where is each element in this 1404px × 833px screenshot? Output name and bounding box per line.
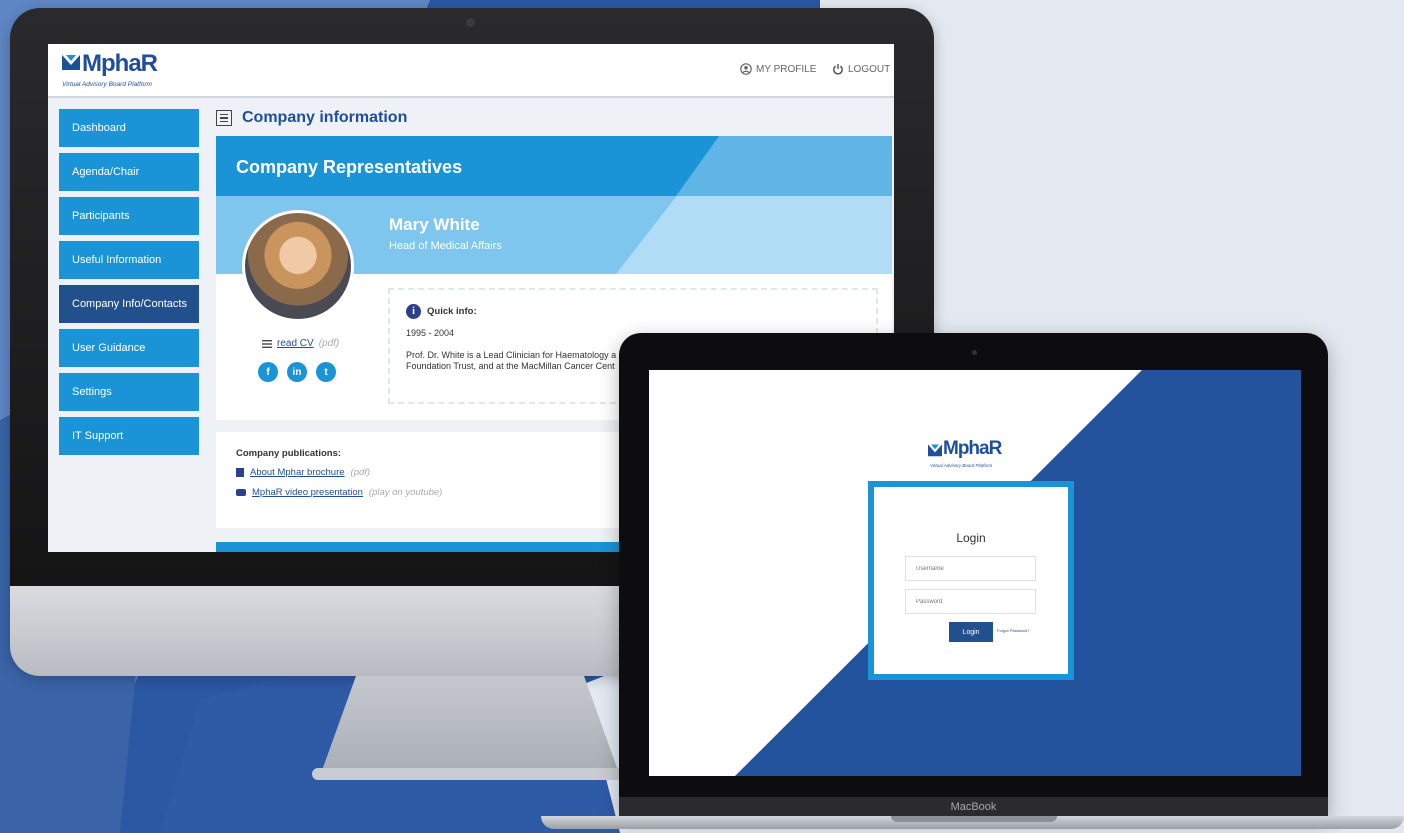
login-brand-tagline: Virtual Advisory Board Platform bbox=[930, 463, 993, 468]
list-icon bbox=[262, 339, 272, 348]
social-links: f in t bbox=[258, 362, 336, 382]
macbook-notch bbox=[891, 816, 1057, 822]
brand-tagline: Virtual Advisory Board Platform bbox=[62, 81, 152, 88]
macbook-label: MacBook bbox=[619, 797, 1328, 817]
quick-info-text: Prof. Dr. White is a Lead Clinician for … bbox=[406, 350, 617, 371]
power-icon bbox=[833, 64, 843, 75]
username-input[interactable] bbox=[905, 556, 1036, 581]
read-cv-link[interactable]: read CV bbox=[277, 338, 314, 349]
login-form: Login Login Forgot Password? bbox=[868, 481, 1074, 680]
sidebar-item-settings[interactable]: Settings bbox=[59, 373, 199, 411]
imac-camera bbox=[466, 18, 475, 27]
brand-logo[interactable]: MphaR bbox=[82, 50, 158, 78]
sidebar-item-agenda-chair[interactable]: Agenda/Chair bbox=[59, 153, 199, 191]
page-title-row: Company information bbox=[216, 106, 407, 130]
logout-label: LOGOUT bbox=[848, 63, 891, 75]
my-profile-link[interactable]: MY PROFILE bbox=[740, 63, 816, 75]
laptop-screen: MphaR Virtual Advisory Board Platform Lo… bbox=[649, 370, 1301, 776]
quick-info-heading: Quick info: bbox=[427, 306, 477, 317]
logout-link[interactable]: LOGOUT bbox=[832, 63, 890, 75]
imac-stand bbox=[320, 676, 620, 776]
sidebar-item-useful-information[interactable]: Useful Information bbox=[59, 241, 199, 279]
person-role: Head of Medical Affairs bbox=[389, 240, 502, 252]
login-button[interactable]: Login bbox=[949, 622, 993, 642]
video-link[interactable]: MphaR video presentation bbox=[252, 487, 363, 498]
page-title: Company information bbox=[242, 109, 408, 126]
twitter-icon[interactable]: t bbox=[316, 362, 336, 382]
sidebar-item-participants[interactable]: Participants bbox=[59, 197, 199, 235]
sidebar: Dashboard Agenda/Chair Participants Usef… bbox=[59, 109, 199, 461]
pdf-icon bbox=[236, 468, 244, 477]
imac-foot bbox=[312, 768, 630, 780]
top-bar: MphaR Virtual Advisory Board Platform MY… bbox=[48, 44, 894, 98]
linkedin-icon[interactable]: in bbox=[287, 362, 307, 382]
sidebar-item-dashboard[interactable]: Dashboard bbox=[59, 109, 199, 147]
brochure-note: (pdf) bbox=[350, 467, 371, 478]
menu-toggle-icon[interactable] bbox=[216, 110, 232, 126]
sidebar-item-company-info-contacts[interactable]: Company Info/Contacts bbox=[59, 285, 199, 323]
avatar bbox=[242, 210, 354, 322]
brochure-link[interactable]: About Mphar brochure bbox=[250, 467, 345, 478]
sidebar-item-user-guidance[interactable]: User Guidance bbox=[59, 329, 199, 367]
facebook-icon[interactable]: f bbox=[258, 362, 278, 382]
password-input[interactable] bbox=[905, 589, 1036, 614]
my-profile-label: MY PROFILE bbox=[756, 63, 817, 75]
video-note: (play on youtube) bbox=[368, 487, 443, 498]
mphar-logo-icon bbox=[928, 444, 942, 457]
login-title: Login bbox=[956, 531, 986, 545]
person-name: Mary White bbox=[389, 215, 480, 234]
info-icon: i bbox=[406, 304, 421, 319]
login-brand-logo: MphaR bbox=[943, 438, 1002, 459]
forgot-password-link[interactable]: Forgot Password? bbox=[997, 628, 1029, 633]
read-cv-row: read CV (pdf) bbox=[262, 338, 339, 349]
mphar-logo-icon bbox=[62, 55, 80, 70]
macbook-camera bbox=[972, 350, 977, 355]
card-title: Company Representatives bbox=[236, 157, 463, 177]
quick-info-heading-row: i Quick info: bbox=[406, 304, 860, 319]
cv-format: (pdf) bbox=[318, 338, 340, 349]
user-icon bbox=[740, 63, 752, 75]
sidebar-item-it-support[interactable]: IT Support bbox=[59, 417, 199, 455]
youtube-icon bbox=[236, 489, 246, 496]
